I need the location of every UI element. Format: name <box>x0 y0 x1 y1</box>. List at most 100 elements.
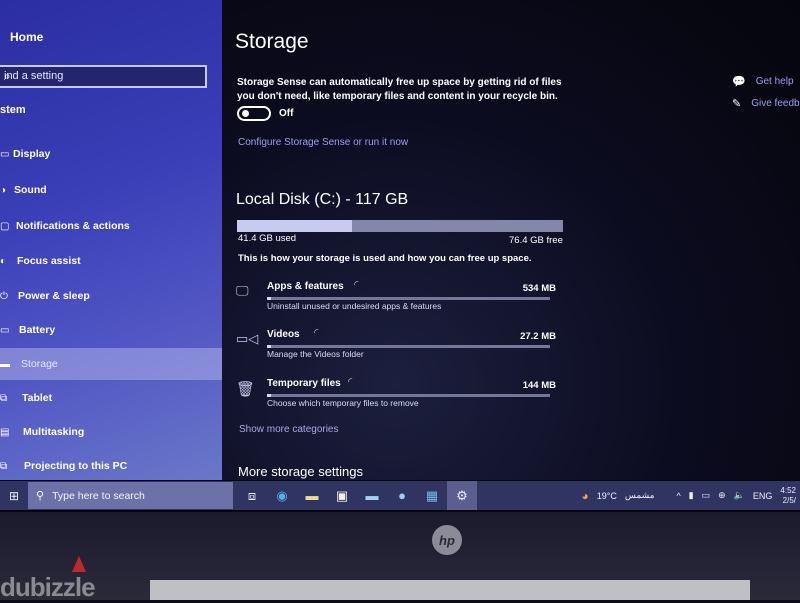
photos-button[interactable]: ▦ <box>417 481 447 510</box>
category-size: 534 MB <box>522 283 556 294</box>
configure-storage-sense-link[interactable]: Configure Storage Sense or run it now <box>238 137 408 148</box>
app-button[interactable]: ● <box>387 481 417 510</box>
edge-icon: ◉ <box>276 487 288 503</box>
sidebar-item-sound[interactable]: ◑ Sound <box>0 174 222 206</box>
storage-sense-description: Storage Sense can automatically free up … <box>237 77 562 102</box>
sidebar-item-label: Multitasking <box>23 426 85 438</box>
category-name: Temporary files <box>267 378 341 389</box>
category-bar <box>267 297 550 300</box>
sidebar-item-power[interactable]: ⏻ Power & sleep <box>0 280 222 312</box>
sidebar-item-label: Power & sleep <box>18 290 90 302</box>
system-tray: ◕ 19°C مشمس ^ ▮ ▭ ⊕ 🔈 ENG 4:52 2/5/ <box>582 486 800 506</box>
mail-icon: ▬ <box>365 488 379 503</box>
disk-title: Local Disk (C:) - 117 GB <box>236 191 409 208</box>
sidebar-item-tablet[interactable]: ⧉ Tablet <box>0 382 222 414</box>
give-feedback-link[interactable]: ✎ Give feedb <box>732 97 800 110</box>
section-system: stem <box>0 104 26 116</box>
category-subtitle: Manage the Videos folder <box>267 349 364 359</box>
chevron-up-icon[interactable]: ^ <box>676 491 680 501</box>
get-help-label: Get help <box>755 76 794 87</box>
meet-icon[interactable]: ▭ <box>702 490 711 501</box>
battery-icon: ▭ <box>0 324 10 336</box>
category-size: 27.2 MB <box>520 331 556 342</box>
network-icon[interactable]: ⊕ <box>718 490 726 501</box>
category-subtitle: Choose which temporary files to remove <box>267 398 419 408</box>
watermark-logo-icon <box>72 556 86 572</box>
power-icon: ⏻ <box>0 290 8 302</box>
store-icon: ▣ <box>335 487 349 503</box>
windows-icon: ⊞ <box>8 488 20 503</box>
sidebar-item-focus-assist[interactable]: ◐ Focus assist <box>0 245 222 277</box>
notifications-icon: ▢ <box>0 220 10 232</box>
show-more-categories-link[interactable]: Show more categories <box>239 424 339 435</box>
video-camera-icon: ▭◁ <box>236 331 259 346</box>
storage-sense-toggle-label: Off <box>279 108 294 119</box>
sidebar-item-notifications[interactable]: ▢ Notifications & actions <box>0 210 222 242</box>
volume-icon[interactable]: 🔈 <box>734 490 745 501</box>
category-bar-fill <box>267 345 272 348</box>
sidebar-item-storage[interactable]: ▬ Storage <box>0 348 222 380</box>
category-bar-fill <box>267 297 272 300</box>
give-feedback-label: Give feedb <box>751 98 800 109</box>
storage-icon: ▬ <box>0 358 10 370</box>
category-apps-features[interactable]: 🖵 Apps & features ◜ 534 MB Uninstall unu… <box>236 279 556 327</box>
sidebar-item-battery[interactable]: ▭ Battery <box>0 314 222 346</box>
taskbar: ⊞ ⚲ Type here to search ⧈ ◉ ▬ ▣ ▬ ● ▦ ⚙ … <box>0 481 800 510</box>
mail-button[interactable]: ▬ <box>357 481 387 510</box>
category-subtitle: Uninstall unused or undesired apps & fea… <box>267 301 442 311</box>
trash-icon: 🗑 <box>236 381 256 398</box>
store-button[interactable]: ▣ <box>327 481 357 510</box>
sidebar-item-projecting[interactable]: ⧉ Projecting to this PC <box>0 450 222 482</box>
more-storage-settings-heading: More storage settings <box>238 464 364 479</box>
category-temporary-files[interactable]: 🗑 Temporary files ◜ 144 MB Choose which … <box>236 376 556 424</box>
feedback-icon: ✎ <box>732 98 742 110</box>
sidebar-item-label: Storage <box>21 358 58 370</box>
category-videos[interactable]: ▭◁ Videos ◜ 27.2 MB Manage the Videos fo… <box>236 327 556 375</box>
language-indicator[interactable]: ENG <box>753 491 773 501</box>
category-bar <box>267 394 550 397</box>
battery-tray-icon[interactable]: ▮ <box>689 490 694 501</box>
disk-usage-fill <box>237 220 353 232</box>
get-help-link[interactable]: 💬 Get help <box>732 75 794 88</box>
disk-free: 76.4 GB free <box>509 235 563 246</box>
task-view-icon: ⧈ <box>247 487 257 503</box>
category-name: Apps & features <box>267 281 344 292</box>
storage-howto: This is how your storage is used and how… <box>238 253 532 264</box>
search-icon: ⌕ <box>4 69 11 83</box>
storage-page: Storage Storage Sense can automatically … <box>222 0 800 480</box>
weather-temp[interactable]: 19°C <box>597 491 617 501</box>
app-icon: ● <box>398 488 406 503</box>
file-explorer-button[interactable]: ▬ <box>297 481 327 510</box>
screen: Home ind a setting ⌕ stem ▭ Display ◑ So… <box>0 0 800 512</box>
photos-icon: ▦ <box>425 487 439 503</box>
category-bar-fill <box>267 394 272 397</box>
storage-sense-toggle[interactable] <box>237 106 271 121</box>
loading-spinner-icon: ◜ <box>348 376 353 388</box>
sidebar-item-display[interactable]: ▭ Display <box>0 138 222 170</box>
settings-button[interactable]: ⚙ <box>447 481 477 510</box>
disk-used: 41.4 GB used <box>238 233 297 244</box>
search-icon: ⚲ <box>36 490 45 502</box>
start-button[interactable]: ⊞ <box>0 481 28 510</box>
display-icon: ▭ <box>0 148 10 160</box>
clock-date: 2/5/ <box>782 495 796 505</box>
weather-icon[interactable]: ◕ <box>582 489 589 503</box>
category-name: Videos <box>267 329 300 340</box>
find-setting-input[interactable]: ind a setting ⌕ <box>0 65 207 88</box>
taskbar-search[interactable]: ⚲ Type here to search <box>28 482 233 509</box>
sidebar-item-label: Tablet <box>22 392 53 404</box>
monitor-icon: 🖵 <box>236 283 249 298</box>
sidebar-item-label: Focus assist <box>17 255 81 267</box>
clock[interactable]: 4:52 2/5/ <box>780 486 796 506</box>
sidebar-item-label: Display <box>13 148 51 160</box>
task-view-button[interactable]: ⧈ <box>237 481 267 510</box>
loading-spinner-icon: ◜ <box>354 279 359 291</box>
sidebar-item-multitasking[interactable]: ▤ Multitasking <box>0 416 222 448</box>
weather-desc[interactable]: مشمس <box>625 490 655 501</box>
disk-usage-bar <box>237 220 563 232</box>
home-link[interactable]: Home <box>10 30 43 44</box>
multitasking-icon: ▤ <box>0 426 10 438</box>
edge-button[interactable]: ◉ <box>267 481 297 510</box>
page-title: Storage <box>235 30 309 53</box>
focus-assist-icon: ◐ <box>0 255 7 267</box>
